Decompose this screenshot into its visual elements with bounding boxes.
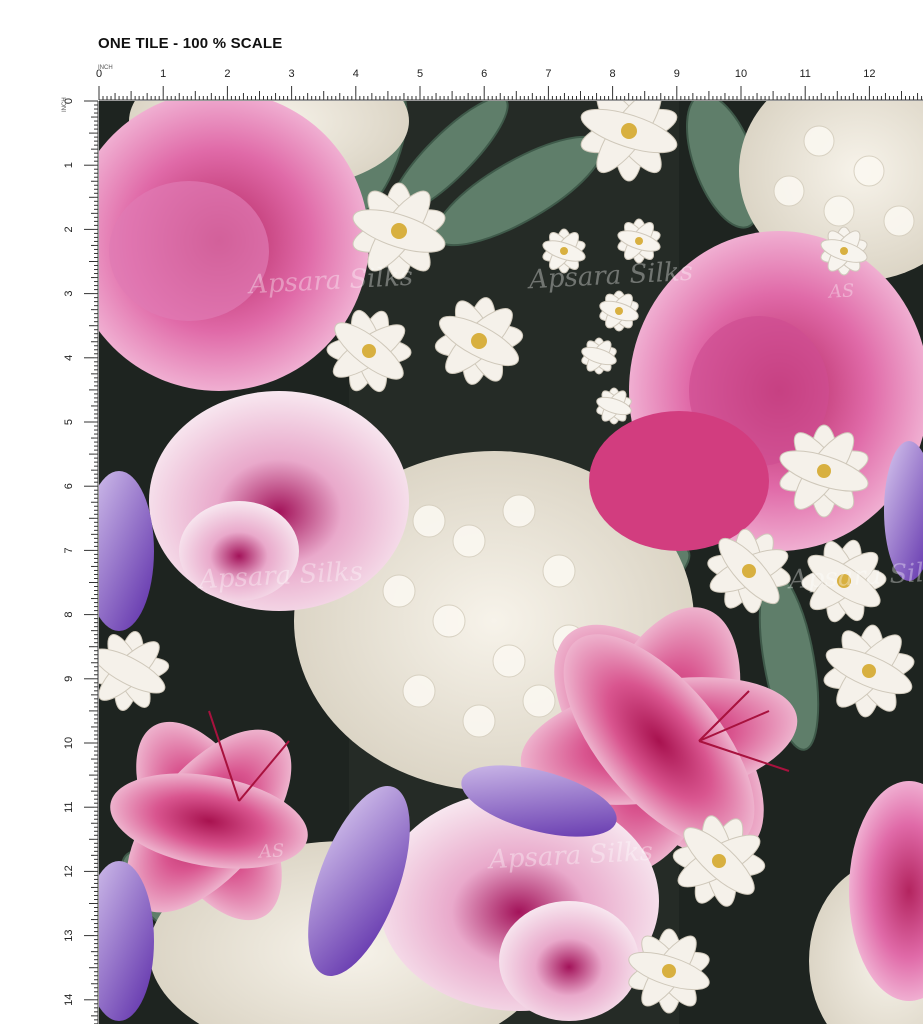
left-ruler-label: 11 xyxy=(63,801,75,812)
top-ruler-label: 6 xyxy=(481,68,487,80)
top-ruler-label: 11 xyxy=(799,68,810,80)
left-ruler-label: 2 xyxy=(63,226,75,232)
top-ruler-label: 12 xyxy=(863,68,875,80)
top-ruler-label: 7 xyxy=(545,68,551,80)
top-ruler: 0 1 2 3 4 5 6 7 8 9 10 11 12 INCH xyxy=(0,60,923,102)
top-ruler-label: 4 xyxy=(353,68,359,80)
top-ruler-label: 3 xyxy=(289,68,295,80)
left-ruler-label: 5 xyxy=(63,419,75,425)
top-ruler-label: 5 xyxy=(417,68,423,80)
left-ruler-label: 1 xyxy=(63,162,75,168)
left-ruler-label: 4 xyxy=(63,355,75,361)
watermark-monogram: AS xyxy=(258,840,285,863)
top-ruler-label: 8 xyxy=(610,68,616,80)
left-ruler-label: 8 xyxy=(63,612,75,618)
tile-scale-title: ONE TILE - 100 % SCALE xyxy=(98,35,283,52)
left-ruler-label: 6 xyxy=(63,483,75,489)
top-ruler-unit: INCH xyxy=(98,65,113,71)
left-ruler-label: 12 xyxy=(63,865,75,877)
top-ruler-label: 9 xyxy=(674,68,680,80)
floral-fabric-print: Apsara Silks Apsara Silks Apsara Silks A… xyxy=(99,101,923,1024)
watermark-monogram: AS xyxy=(828,280,855,303)
left-ruler-label: 13 xyxy=(63,929,75,941)
left-ruler-label: 7 xyxy=(63,547,75,553)
top-ruler-label: 2 xyxy=(224,68,230,80)
left-ruler-label: 10 xyxy=(63,737,75,749)
floral-pattern-artwork xyxy=(99,101,923,1024)
left-ruler-ticks: 01234567891011121314 xyxy=(63,98,99,1025)
left-ruler-label: 3 xyxy=(63,291,75,297)
left-ruler: 0 1 2 3 4 5 6 7 8 9 10 11 12 13 14 INCH xyxy=(58,96,100,1025)
left-ruler-label: 9 xyxy=(63,676,75,682)
top-ruler-ticks: 0 1 2 3 4 5 6 7 8 9 10 11 12 xyxy=(96,68,923,101)
top-ruler-label: 1 xyxy=(160,68,166,80)
left-ruler-unit: INCH xyxy=(62,97,68,112)
left-ruler-label: 14 xyxy=(63,994,75,1006)
top-ruler-label: 10 xyxy=(735,68,747,80)
